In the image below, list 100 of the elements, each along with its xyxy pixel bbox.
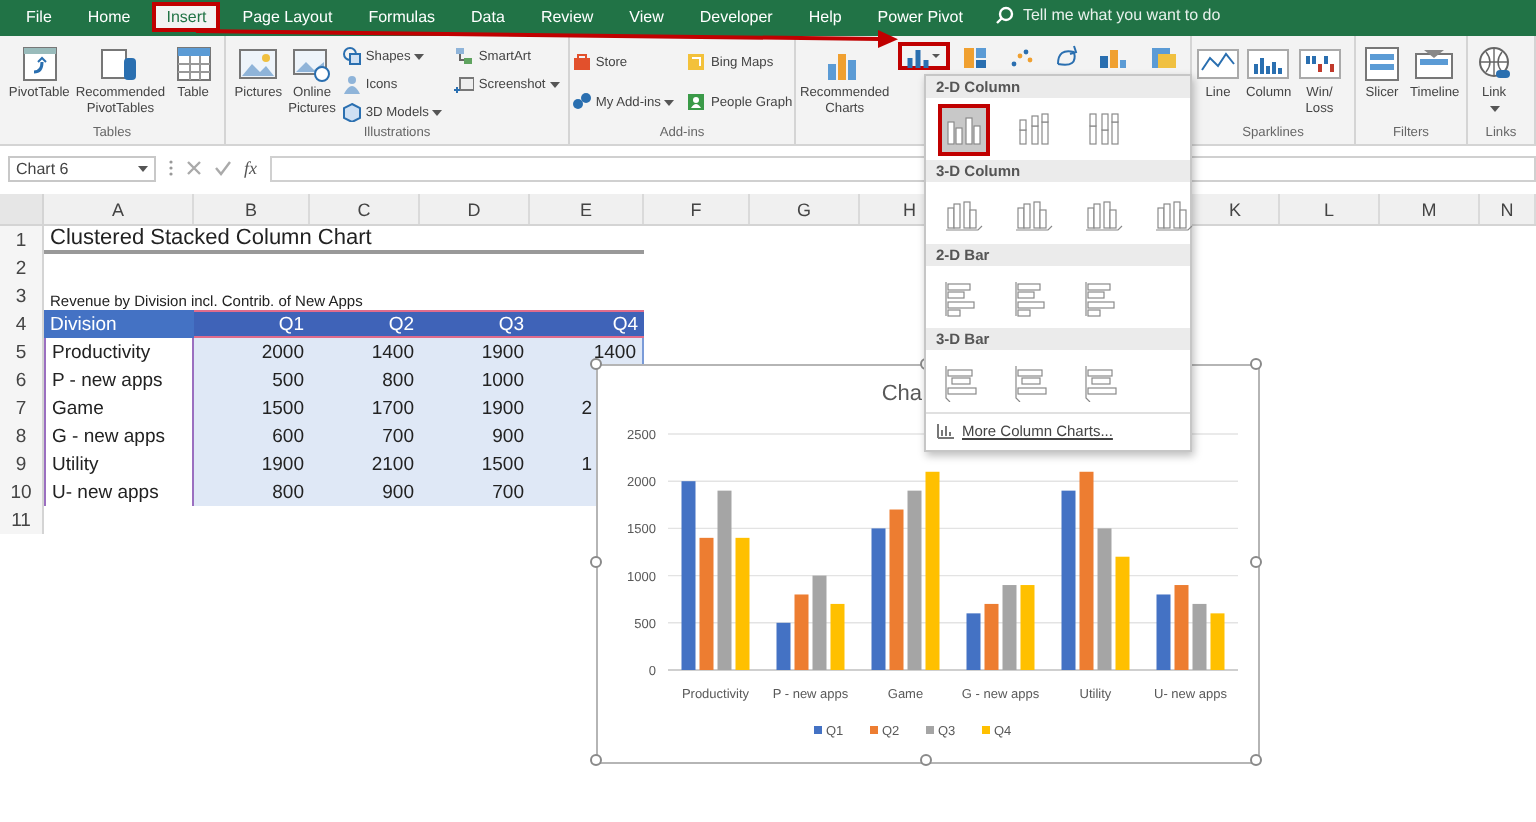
column-chart-icon — [903, 44, 944, 68]
table-cell: 1900 — [420, 394, 530, 422]
bar — [1210, 613, 1225, 670]
bar — [812, 575, 827, 670]
ribbon-tab[interactable]: Page Layout — [228, 2, 347, 32]
diagram-icon — [454, 46, 475, 66]
name-box-value: Chart 6 — [16, 159, 69, 177]
people-icon — [686, 92, 707, 112]
column-header[interactable]: M — [1380, 194, 1480, 224]
column-header[interactable]: B — [194, 194, 310, 224]
row-number[interactable]: 3 — [0, 282, 44, 310]
table-icon — [171, 42, 216, 82]
ribbon-tab[interactable]: Help — [794, 2, 856, 32]
table-cell: 1 — [530, 450, 596, 478]
bag-icon — [571, 52, 592, 72]
check-icon — [214, 160, 232, 176]
row-number[interactable]: 11 — [0, 506, 44, 534]
chart-type-button[interactable] — [897, 42, 950, 70]
pivot-chart-icon — [1095, 44, 1128, 68]
bar — [794, 594, 809, 670]
row-number[interactable]: 7 — [0, 394, 44, 422]
chart-type-button[interactable] — [938, 103, 990, 155]
ribbon-tab[interactable]: File — [12, 2, 66, 32]
sheet-title: Clustered Stacked Column Chart — [44, 226, 644, 254]
table-cell: 500 — [194, 366, 310, 394]
ribbon-tab[interactable]: Home — [73, 2, 145, 32]
caret-icon — [1489, 105, 1499, 111]
column-header[interactable]: D — [420, 194, 530, 224]
column-header[interactable]: N — [1480, 194, 1536, 224]
row-number[interactable]: 10 — [0, 478, 44, 506]
column-header[interactable]: L — [1280, 194, 1380, 224]
ribbon-tab[interactable]: Data — [457, 2, 519, 32]
map-chart-icon — [1053, 44, 1078, 68]
bar — [1192, 603, 1207, 670]
grip-icon — [168, 158, 174, 178]
bar — [871, 528, 886, 670]
ribbon-tab[interactable]: Developer — [685, 2, 787, 32]
bar — [1156, 594, 1171, 670]
search-field[interactable]: Tell me what you want to do — [1022, 6, 1263, 24]
screenshot-icon — [454, 74, 475, 94]
bar — [699, 537, 714, 670]
bar — [1020, 585, 1035, 670]
table-cell: 1900 — [420, 338, 530, 366]
row-number[interactable]: 9 — [0, 450, 44, 478]
ribbon-tab[interactable]: Formulas — [354, 2, 450, 32]
cube-icon — [341, 102, 362, 122]
person-icon — [341, 74, 362, 94]
table-cell: 1400 — [310, 338, 420, 366]
header-cell: Q3 — [420, 310, 530, 338]
resize-handle[interactable] — [1250, 556, 1262, 568]
caret-icon — [549, 81, 560, 87]
table-cell: 1400 — [530, 338, 644, 366]
header-cell: Division — [44, 310, 194, 338]
shapes-icon — [341, 46, 362, 66]
column-header[interactable]: G — [750, 194, 860, 224]
caret-icon — [414, 53, 425, 59]
name-box[interactable]: Chart 6 — [8, 155, 156, 181]
table-cell: 1500 — [194, 394, 310, 422]
row-number[interactable]: 8 — [0, 422, 44, 450]
table-cell: 1000 — [420, 366, 530, 394]
search-icon — [996, 6, 1015, 24]
scatter-chart-icon — [1007, 44, 1036, 68]
table-cell: 800 — [194, 478, 310, 506]
resize-handle[interactable] — [920, 754, 932, 766]
header-cell: Q2 — [310, 310, 420, 338]
bar — [1097, 528, 1112, 670]
row-number[interactable]: 5 — [0, 338, 44, 366]
table-cell: 700 — [420, 478, 530, 506]
resize-handle[interactable] — [1250, 754, 1262, 766]
table-cell: 1700 — [310, 394, 420, 422]
table-cell: 1900 — [194, 450, 310, 478]
pivot-table-icon — [17, 42, 62, 82]
column-header[interactable]: F — [644, 194, 750, 224]
bar — [776, 622, 791, 670]
resize-handle[interactable] — [590, 556, 602, 568]
column-header[interactable]: A — [44, 194, 194, 224]
header-cell: Q4 — [530, 310, 644, 338]
table-cell: 2000 — [194, 338, 310, 366]
table-cell: 900 — [310, 478, 420, 506]
resize-handle[interactable] — [590, 754, 602, 766]
table-cell: 700 — [310, 422, 420, 450]
caret-icon — [432, 109, 443, 115]
column-header[interactable]: E — [530, 194, 644, 224]
bar — [830, 603, 845, 670]
column-header[interactable]: H — [860, 194, 924, 224]
resize-handle[interactable] — [1250, 358, 1262, 370]
bar — [984, 603, 999, 670]
ribbon-tab[interactable]: Insert — [152, 2, 221, 32]
insert-function-button[interactable]: fx — [244, 158, 257, 178]
row-number[interactable]: 1 — [0, 226, 44, 254]
ribbon-tab[interactable]: Review — [526, 2, 608, 32]
ribbon-tab[interactable]: View — [615, 2, 678, 32]
bar — [735, 537, 750, 670]
ribbon-tab[interactable]: Power Pivot — [863, 2, 977, 32]
row-number[interactable]: 6 — [0, 366, 44, 394]
table-cell: 600 — [194, 422, 310, 450]
table-cell: 2 — [530, 394, 596, 422]
column-header[interactable]: C — [310, 194, 420, 224]
row-number[interactable]: 4 — [0, 310, 44, 338]
row-number[interactable]: 2 — [0, 254, 44, 282]
